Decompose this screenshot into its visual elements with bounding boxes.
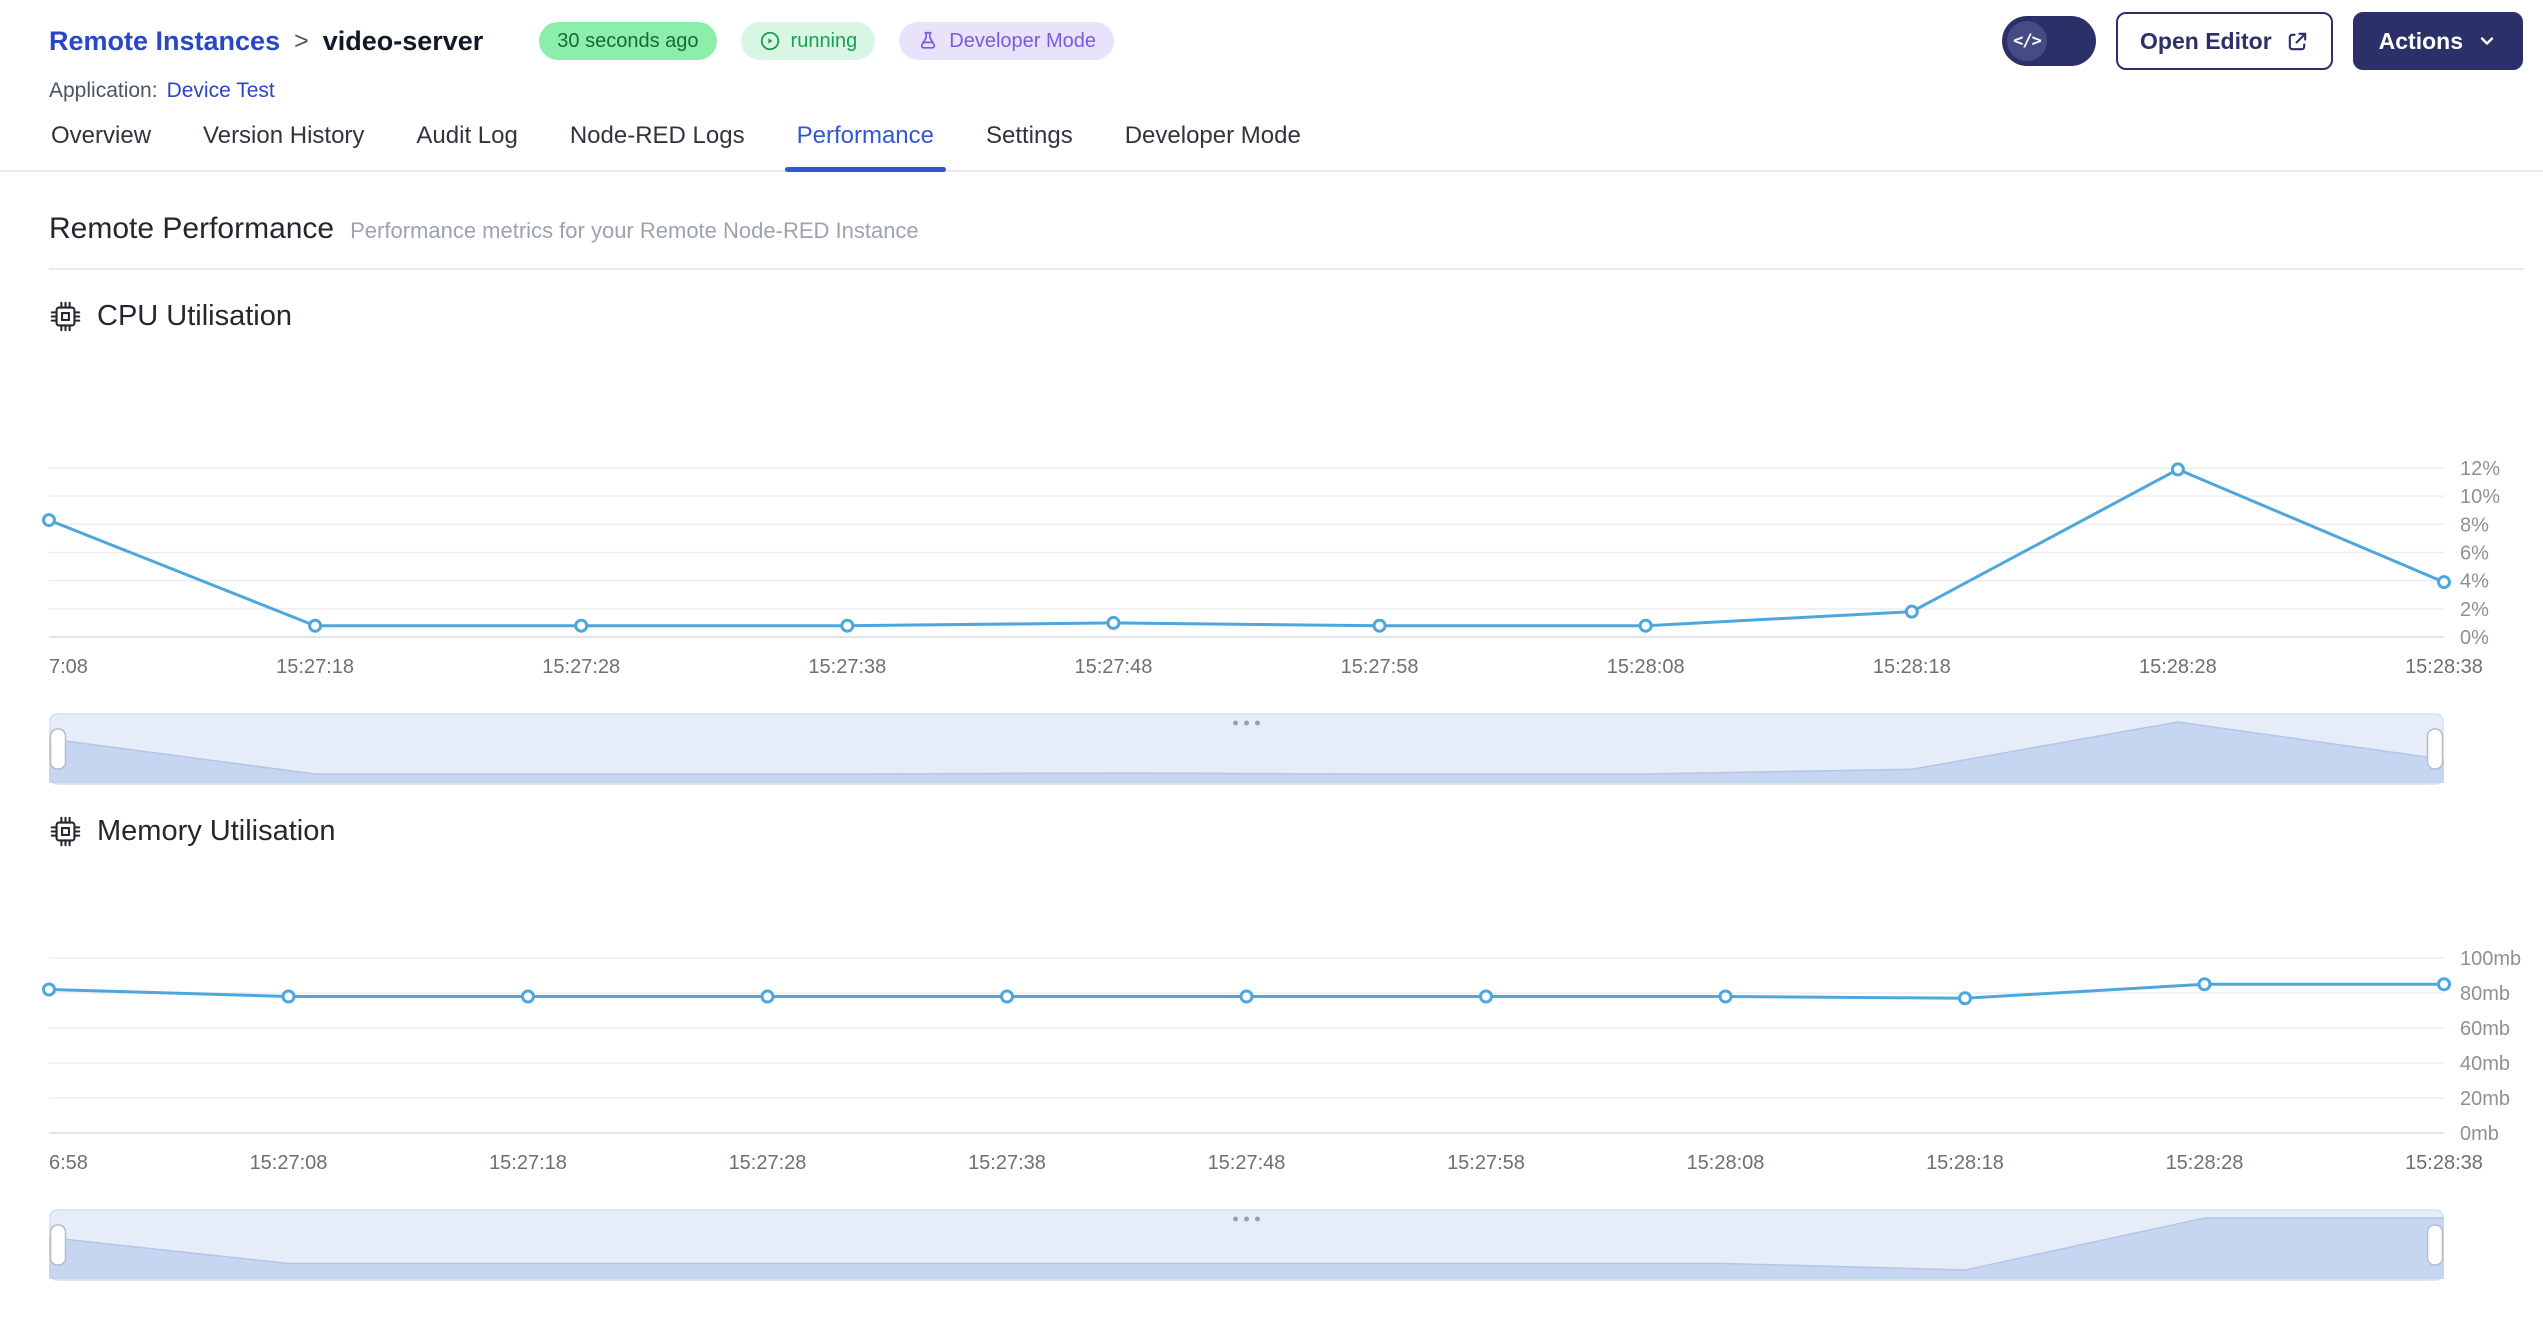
open-editor-label: Open Editor bbox=[2140, 27, 2272, 54]
header-controls: </> Open Editor Actions bbox=[2002, 12, 2523, 70]
svg-text:15:27:38: 15:27:38 bbox=[808, 656, 886, 678]
svg-text:15:27:08: 15:27:08 bbox=[250, 1152, 328, 1174]
svg-text:15:28:28: 15:28:28 bbox=[2166, 1152, 2244, 1174]
open-editor-button[interactable]: Open Editor bbox=[2116, 12, 2333, 70]
svg-text:15:27:18: 15:27:18 bbox=[489, 1152, 567, 1174]
application-label: Application: bbox=[49, 79, 158, 102]
flask-icon bbox=[921, 31, 936, 49]
performance-page: Remote Performance Performance metrics f… bbox=[0, 212, 2543, 1281]
memory-utilisation-chart[interactable]: 0mb 20mb 40mb 60mb 80mb 100mb 6:58 15:27:08 15:2… bbox=[42, 848, 2524, 1181]
tab-settings[interactable]: Settings bbox=[984, 114, 1075, 170]
svg-text:100mb: 100mb bbox=[2460, 948, 2521, 970]
tab-performance[interactable]: Performance bbox=[784, 114, 947, 172]
svg-text:0mb: 0mb bbox=[2460, 1123, 2499, 1145]
application-link[interactable]: Device Test bbox=[167, 79, 275, 103]
svg-text:15:28:38: 15:28:38 bbox=[2405, 656, 2483, 678]
play-circle-icon bbox=[760, 31, 779, 51]
svg-text:15:28:38: 15:28:38 bbox=[2405, 1152, 2483, 1174]
tab-node-red-logs[interactable]: Node-RED Logs bbox=[568, 114, 747, 170]
svg-text:10%: 10% bbox=[2460, 486, 2500, 508]
cpu-section-title: CPU Utilisation bbox=[97, 300, 292, 332]
svg-text:8%: 8% bbox=[2460, 514, 2489, 536]
code-icon: </> bbox=[2013, 31, 2042, 51]
svg-text:15:28:08: 15:28:08 bbox=[1607, 656, 1685, 678]
page-header: Remote Instances > video-server 30 secon… bbox=[0, 0, 2543, 104]
last-seen-badge: 30 seconds ago bbox=[539, 22, 717, 60]
external-link-icon bbox=[2288, 32, 2306, 50]
status-badge: running bbox=[740, 22, 876, 60]
page-title-row: Remote Performance Performance metrics f… bbox=[49, 212, 2524, 270]
svg-text:15:27:48: 15:27:48 bbox=[1208, 1152, 1286, 1174]
svg-text:40mb: 40mb bbox=[2460, 1053, 2510, 1075]
svg-text:12%: 12% bbox=[2460, 458, 2500, 480]
actions-button[interactable]: Actions bbox=[2352, 12, 2523, 70]
svg-text:15:28:18: 15:28:18 bbox=[1926, 1152, 2004, 1174]
svg-text:6:58: 6:58 bbox=[49, 1152, 88, 1174]
memory-section-header: Memory Utilisation bbox=[49, 815, 2524, 848]
cpu-section: CPU Utilisation 0% 2% 4% 6% 8% 10% 12% 7:08 15:2… bbox=[42, 300, 2524, 785]
tab-audit-log[interactable]: Audit Log bbox=[414, 114, 519, 170]
svg-text:15:27:58: 15:27:58 bbox=[1341, 656, 1419, 678]
svg-text:20mb: 20mb bbox=[2460, 1088, 2510, 1110]
tab-overview[interactable]: Overview bbox=[49, 114, 153, 170]
svg-text:60mb: 60mb bbox=[2460, 1018, 2510, 1040]
svg-text:15:27:38: 15:27:38 bbox=[968, 1152, 1046, 1174]
svg-text:15:28:18: 15:28:18 bbox=[1873, 656, 1951, 678]
memory-chart-zoom-slider[interactable] bbox=[48, 1209, 2444, 1281]
developer-mode-label: Developer Mode bbox=[949, 29, 1096, 52]
cpu-utilisation-chart[interactable]: 0% 2% 4% 6% 8% 10% 12% 7:08 15:27:18 15:27:28 15:2… bbox=[42, 333, 2524, 685]
instance-name: video-server bbox=[322, 25, 484, 56]
tabs-nav: Overview Version History Audit Log Node-… bbox=[0, 104, 2543, 172]
svg-text:0%: 0% bbox=[2460, 627, 2489, 649]
memory-section: Memory Utilisation 0mb 20mb 40mb 60mb 80mb 10… bbox=[42, 815, 2524, 1281]
svg-text:15:28:28: 15:28:28 bbox=[2139, 656, 2217, 678]
cpu-chart-zoom-slider[interactable] bbox=[48, 713, 2445, 785]
svg-text:15:27:58: 15:27:58 bbox=[1447, 1152, 1525, 1174]
status-badges: 30 seconds ago running Developer Mode bbox=[539, 22, 1114, 60]
svg-text:15:27:18: 15:27:18 bbox=[276, 656, 354, 678]
application-row: Application: Device Test bbox=[49, 78, 2523, 104]
svg-text:15:27:48: 15:27:48 bbox=[1075, 656, 1153, 678]
svg-text:15:28:08: 15:28:08 bbox=[1687, 1152, 1765, 1174]
cpu-chip-icon bbox=[50, 301, 81, 332]
svg-text:80mb: 80mb bbox=[2460, 983, 2510, 1005]
actions-label: Actions bbox=[2378, 27, 2463, 54]
tab-version-history[interactable]: Version History bbox=[201, 114, 366, 170]
page-title: Remote Performance bbox=[49, 212, 335, 245]
page-subtitle: Performance metrics for your Remote Node… bbox=[350, 218, 919, 243]
svg-text:6%: 6% bbox=[2460, 543, 2489, 565]
developer-mode-toggle[interactable]: </> bbox=[2002, 16, 2097, 66]
svg-text:15:27:28: 15:27:28 bbox=[729, 1152, 807, 1174]
header-row: Remote Instances > video-server 30 secon… bbox=[49, 12, 2523, 70]
svg-text:2%: 2% bbox=[2460, 599, 2489, 621]
memory-section-title: Memory Utilisation bbox=[97, 815, 336, 847]
breadcrumb-separator: > bbox=[294, 26, 309, 55]
memory-chip-icon bbox=[50, 816, 81, 847]
cpu-section-header: CPU Utilisation bbox=[49, 300, 2524, 333]
last-seen-label: 30 seconds ago bbox=[557, 29, 699, 52]
tab-developer-mode[interactable]: Developer Mode bbox=[1123, 114, 1303, 170]
chevron-down-icon bbox=[2480, 37, 2494, 45]
svg-text:7:08: 7:08 bbox=[49, 656, 88, 678]
svg-text:15:27:28: 15:27:28 bbox=[542, 656, 620, 678]
svg-text:4%: 4% bbox=[2460, 571, 2489, 593]
toggle-knob: </> bbox=[2007, 21, 2048, 61]
status-label: running bbox=[790, 29, 858, 52]
developer-mode-badge: Developer Mode bbox=[899, 22, 1114, 60]
breadcrumb-link[interactable]: Remote Instances bbox=[49, 26, 280, 57]
